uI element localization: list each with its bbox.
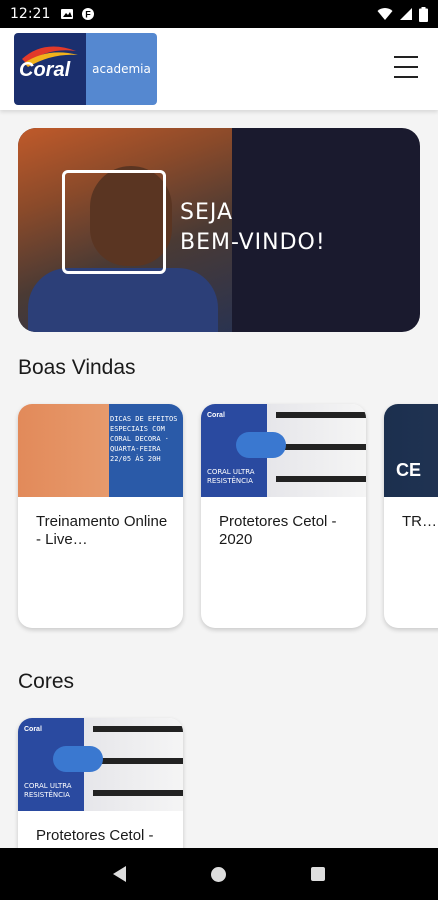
thumbnail-caption: CE (396, 460, 422, 480)
card-title: Protetores Cetol - 2020 (36, 827, 154, 848)
card-thumbnail: Coral CORAL ULTRA RESISTÊNCIA (201, 404, 366, 497)
thumbnail-caption: DICAS DE EFEITOS ESPECIAIS COM CORAL DEC… (110, 415, 178, 463)
home-icon[interactable] (210, 866, 226, 882)
wifi-icon (377, 8, 393, 20)
main-content: SEJA BEM-VINDO! Boas Vindas DICAS DE EFE… (0, 110, 438, 848)
back-icon[interactable] (112, 866, 126, 882)
banner-line-2: BEM-VINDO! (180, 230, 326, 255)
logo-sub-panel: academia (86, 33, 157, 105)
welcome-banner[interactable]: SEJA BEM-VINDO! (18, 128, 420, 332)
card-thumbnail: Coral CORAL ULTRA RESISTÊNCIA (18, 718, 183, 811)
recent-apps-icon[interactable] (311, 867, 326, 881)
status-bar: 12:21 F (0, 0, 438, 28)
face-frame (62, 170, 166, 274)
battery-icon (419, 6, 428, 22)
course-card[interactable]: DICAS DE EFEITOS ESPECIAIS COM CORAL DEC… (18, 404, 183, 628)
system-nav-bar (0, 848, 438, 900)
person-shirt (28, 268, 218, 332)
logo-sub-text: academia (92, 62, 151, 76)
logo-brand-text: Coral (19, 59, 71, 81)
status-icons (377, 6, 428, 22)
thumbnail-caption: CORAL ULTRA RESISTÊNCIA (207, 468, 255, 485)
hamburger-menu-icon[interactable] (394, 56, 418, 78)
signal-icon (400, 8, 412, 20)
banner-text: SEJA BEM-VINDO! (180, 198, 326, 258)
card-title: Treinamento Online - Live… (36, 513, 168, 548)
thumbnail-logo: Coral (207, 412, 225, 419)
svg-text:F: F (86, 10, 92, 20)
gallery-icon (61, 9, 74, 19)
card-thumbnail: CE (384, 404, 438, 497)
banner-line-1: SEJA (180, 200, 234, 225)
course-card[interactable]: CE TR… ON… (384, 404, 438, 628)
course-card[interactable]: Coral CORAL ULTRA RESISTÊNCIA Protetores… (201, 404, 366, 628)
section-title-cores: Cores (18, 670, 75, 693)
thumbnail-caption: CORAL ULTRA RESISTÊNCIA (24, 782, 72, 799)
card-thumbnail: DICAS DE EFEITOS ESPECIAIS COM CORAL DEC… (18, 404, 183, 497)
card-title: TR… ON… (402, 513, 438, 530)
glove-shape (236, 432, 286, 458)
section-title-boas-vindas: Boas Vindas (18, 356, 136, 379)
glove-shape (53, 746, 103, 772)
logo-brand-panel: Coral (14, 33, 86, 105)
coral-academia-logo[interactable]: Coral academia (14, 33, 157, 105)
notification-app-icon: F (82, 8, 95, 20)
card-title: Protetores Cetol - 2020 (219, 513, 337, 548)
course-card[interactable]: Coral CORAL ULTRA RESISTÊNCIA Protetores… (18, 718, 183, 848)
thumbnail-logo: Coral (24, 726, 42, 733)
app-header: Coral academia (0, 28, 438, 110)
status-time: 12:21 (10, 6, 51, 22)
